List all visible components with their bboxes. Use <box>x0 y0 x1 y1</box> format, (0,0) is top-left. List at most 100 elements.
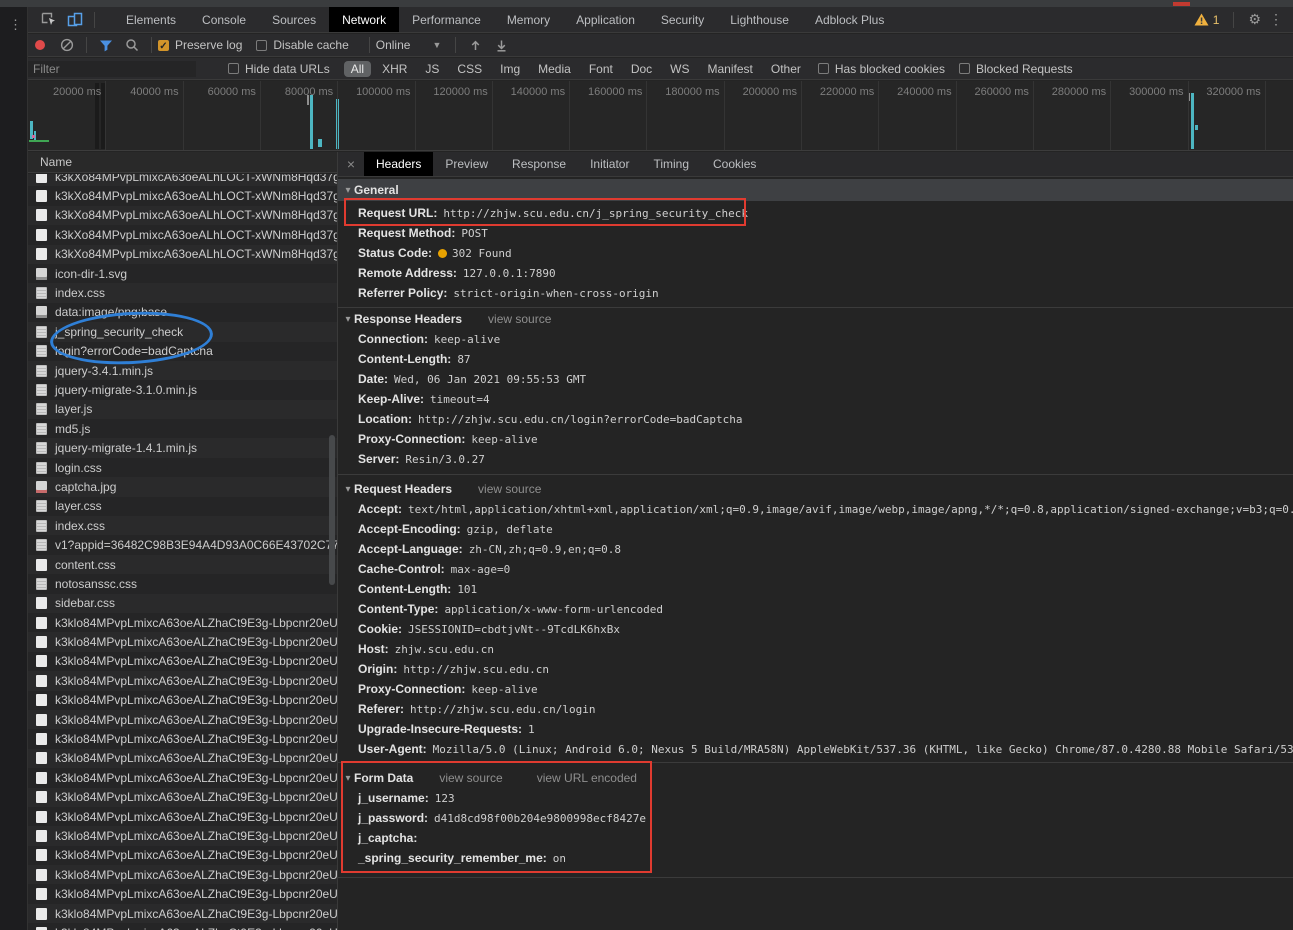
close-details-icon[interactable]: × <box>338 156 364 172</box>
request-row[interactable]: login?errorCode=badCaptcha <box>28 342 337 361</box>
hide-data-urls-label[interactable]: Hide data URLs <box>245 62 330 76</box>
request-row[interactable]: k3klo84MPvpLmixcA63oeALZhaCt9E3g-Lbpcnr2… <box>28 923 337 930</box>
request-row[interactable]: k3klo84MPvpLmixcA63oeALZhaCt9E3g-Lbpcnr2… <box>28 729 337 748</box>
tab-sources[interactable]: Sources <box>259 7 329 32</box>
filter-chip-manifest[interactable]: Manifest <box>701 61 760 77</box>
request-row[interactable]: k3kXo84MPvpLmixcA63oeALhLOCT-xWNm8Hqd37g… <box>28 225 337 244</box>
request-row[interactable]: j_spring_security_check <box>28 322 337 341</box>
has-blocked-cookies-checkbox[interactable] <box>818 63 829 74</box>
request-row[interactable]: content.css <box>28 555 337 574</box>
blocked-requests-label[interactable]: Blocked Requests <box>976 62 1073 76</box>
view-source-link[interactable]: view source <box>478 482 541 496</box>
request-row[interactable]: captcha.jpg <box>28 477 337 496</box>
tab-performance[interactable]: Performance <box>399 7 494 32</box>
filter-chip-xhr[interactable]: XHR <box>375 61 414 77</box>
console-warning-badge[interactable]: 1 <box>1194 13 1220 27</box>
view-url-encoded-link[interactable]: view URL encoded <box>537 771 637 785</box>
rail-menu-icon[interactable]: ⋮ <box>9 17 22 33</box>
device-toolbar-icon[interactable] <box>62 9 88 31</box>
request-row[interactable]: v1?appid=36482C98B3E94A4D93A0C66E43702C7… <box>28 535 337 554</box>
preserve-log-checkbox[interactable]: ✓ <box>158 40 169 51</box>
tab-security[interactable]: Security <box>648 7 717 32</box>
details-tab-cookies[interactable]: Cookies <box>701 152 768 176</box>
disable-cache-label[interactable]: Disable cache <box>273 38 348 52</box>
request-row[interactable]: jquery-migrate-1.4.1.min.js <box>28 438 337 457</box>
section-request-headers-header[interactable]: ▾ Request Headers view source <box>338 479 1293 499</box>
request-row[interactable]: k3klo84MPvpLmixcA63oeALZhaCt9E3g-Lbpcnr2… <box>28 613 337 632</box>
request-row[interactable]: layer.css <box>28 497 337 516</box>
section-form-data-header[interactable]: ▾ Form Data view source view URL encoded <box>338 768 1293 788</box>
request-row[interactable]: jquery-migrate-3.1.0.min.js <box>28 380 337 399</box>
filter-chip-doc[interactable]: Doc <box>624 61 659 77</box>
view-source-link[interactable]: view source <box>439 771 502 785</box>
request-row[interactable]: k3klo84MPvpLmixcA63oeALZhaCt9E3g-Lbpcnr2… <box>28 632 337 651</box>
request-row[interactable]: jquery-3.4.1.min.js <box>28 361 337 380</box>
filter-chip-ws[interactable]: WS <box>663 61 696 77</box>
details-tab-response[interactable]: Response <box>500 152 578 176</box>
filter-chip-font[interactable]: Font <box>582 61 620 77</box>
request-row[interactable]: md5.js <box>28 419 337 438</box>
details-tab-timing[interactable]: Timing <box>641 152 701 176</box>
request-row[interactable]: k3klo84MPvpLmixcA63oeALZhaCt9E3g-Lbpcnr2… <box>28 768 337 787</box>
request-row[interactable]: k3kXo84MPvpLmixcA63oeALhLOCT-xWNm8Hqd37g… <box>28 206 337 225</box>
request-row[interactable]: k3klo84MPvpLmixcA63oeALZhaCt9E3g-Lbpcnr2… <box>28 807 337 826</box>
request-row[interactable]: k3kXo84MPvpLmixcA63oeALhLOCT-xWNm8Hqd37g… <box>28 186 337 205</box>
throttling-select[interactable]: Online ▼ <box>376 38 442 52</box>
filter-chip-all[interactable]: All <box>344 61 371 77</box>
tab-application[interactable]: Application <box>563 7 648 32</box>
settings-gear-icon[interactable]: ⚙ <box>1248 11 1261 28</box>
request-row[interactable]: k3klo84MPvpLmixcA63oeALZhaCt9E3g-Lbpcnr2… <box>28 691 337 710</box>
request-row[interactable]: k3klo84MPvpLmixcA63oeALZhaCt9E3g-Lbpcnr2… <box>28 749 337 768</box>
request-row[interactable]: layer.js <box>28 400 337 419</box>
tab-lighthouse[interactable]: Lighthouse <box>717 7 802 32</box>
filter-chip-img[interactable]: Img <box>493 61 527 77</box>
request-row[interactable]: index.css <box>28 516 337 535</box>
request-row[interactable]: k3klo84MPvpLmixcA63oeALZhaCt9E3g-Lbpcnr2… <box>28 846 337 865</box>
request-row[interactable]: k3kXo84MPvpLmixcA63oeALhLOCT-xWNm8Hqd37g… <box>28 174 337 186</box>
export-har-icon[interactable] <box>488 34 514 56</box>
request-row[interactable]: icon-dir-1.svg <box>28 264 337 283</box>
request-row[interactable]: k3klo84MPvpLmixcA63oeALZhaCt9E3g-Lbpcnr2… <box>28 671 337 690</box>
preserve-log-label[interactable]: Preserve log <box>175 38 242 52</box>
tab-elements[interactable]: Elements <box>113 7 189 32</box>
tab-network[interactable]: Network <box>329 7 399 32</box>
more-options-icon[interactable]: ⋮ <box>1269 11 1283 28</box>
request-row[interactable]: k3kXo84MPvpLmixcA63oeALhLOCT-xWNm8Hqd37g… <box>28 245 337 264</box>
request-row[interactable]: k3klo84MPvpLmixcA63oeALZhaCt9E3g-Lbpcnr2… <box>28 884 337 903</box>
filter-chip-other[interactable]: Other <box>764 61 808 77</box>
tab-adblock-plus[interactable]: Adblock Plus <box>802 7 897 32</box>
section-general-header[interactable]: ▾ General <box>338 179 1293 201</box>
hide-data-urls-checkbox[interactable] <box>228 63 239 74</box>
tab-memory[interactable]: Memory <box>494 7 563 32</box>
filter-chip-media[interactable]: Media <box>531 61 578 77</box>
blocked-requests-checkbox[interactable] <box>959 63 970 74</box>
request-row[interactable]: k3klo84MPvpLmixcA63oeALZhaCt9E3g-Lbpcnr2… <box>28 788 337 807</box>
request-row[interactable]: k3klo84MPvpLmixcA63oeALZhaCt9E3g-Lbpcnr2… <box>28 904 337 923</box>
network-overview-timeline[interactable]: 20000 ms40000 ms60000 ms80000 ms100000 m… <box>28 81 1293 151</box>
search-icon[interactable] <box>119 34 145 56</box>
inspect-element-icon[interactable] <box>36 9 62 31</box>
request-row[interactable]: k3klo84MPvpLmixcA63oeALZhaCt9E3g-Lbpcnr2… <box>28 865 337 884</box>
clear-network-log-icon[interactable] <box>54 34 80 56</box>
details-tab-preview[interactable]: Preview <box>433 152 500 176</box>
filter-chip-js[interactable]: JS <box>418 61 446 77</box>
request-row[interactable]: data:image/png;base... <box>28 303 337 322</box>
tab-console[interactable]: Console <box>189 7 259 32</box>
record-network-log-button[interactable] <box>35 40 45 50</box>
request-row[interactable]: index.css <box>28 283 337 302</box>
import-har-icon[interactable] <box>462 34 488 56</box>
requests-scrollbar-thumb[interactable] <box>329 435 335 585</box>
details-tab-initiator[interactable]: Initiator <box>578 152 641 176</box>
request-row[interactable]: k3klo84MPvpLmixcA63oeALZhaCt9E3g-Lbpcnr2… <box>28 652 337 671</box>
details-tab-headers[interactable]: Headers <box>364 152 433 176</box>
request-row[interactable]: sidebar.css <box>28 594 337 613</box>
filter-chip-css[interactable]: CSS <box>450 61 489 77</box>
view-source-link[interactable]: view source <box>488 312 551 326</box>
filter-funnel-icon[interactable] <box>93 34 119 56</box>
has-blocked-cookies-label[interactable]: Has blocked cookies <box>835 62 945 76</box>
request-row[interactable]: login.css <box>28 458 337 477</box>
section-response-headers-header[interactable]: ▾ Response Headers view source <box>338 309 1293 329</box>
request-row[interactable]: notosanssc.css <box>28 574 337 593</box>
filter-input[interactable] <box>28 61 196 77</box>
request-row[interactable]: k3klo84MPvpLmixcA63oeALZhaCt9E3g-Lbpcnr2… <box>28 826 337 845</box>
